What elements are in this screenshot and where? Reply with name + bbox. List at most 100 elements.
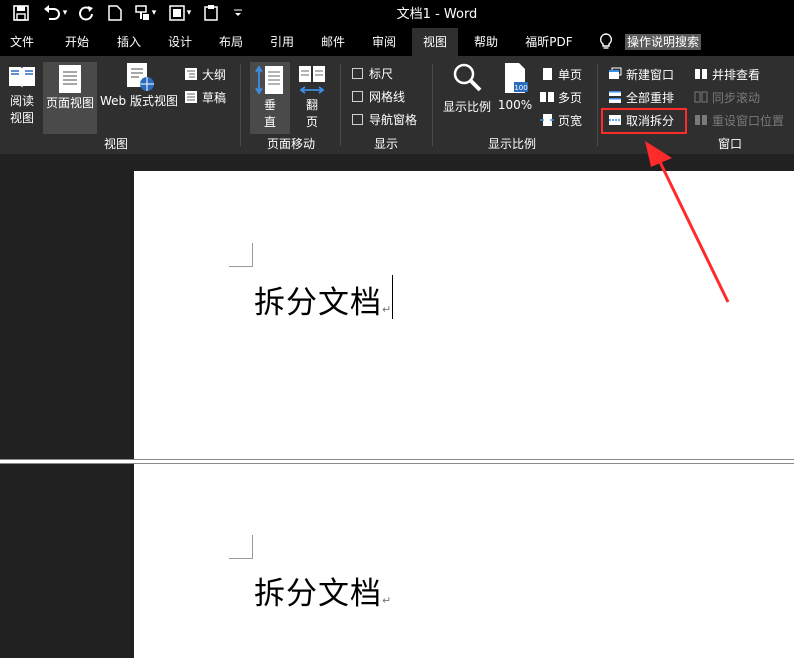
- arrange-all-button[interactable]: 全部重排: [608, 87, 674, 107]
- page-width-icon: [540, 114, 554, 126]
- tab-mailings[interactable]: 邮件: [310, 28, 356, 56]
- side-to-side-button[interactable]: 翻 页: [294, 62, 330, 134]
- ruler-checkbox-box[interactable]: [352, 67, 363, 79]
- book-icon: [9, 67, 35, 88]
- title-bar: ▾ ▾ ▾ 文档1 - Word: [0, 0, 794, 26]
- margin-corner-mark: [229, 243, 253, 267]
- print-layout-label: 页面视图: [45, 96, 94, 110]
- tab-design[interactable]: 设计: [157, 28, 203, 56]
- navigation-pane-checkbox-box[interactable]: [352, 113, 363, 125]
- page-icon: [59, 65, 81, 93]
- new-window-icon: [609, 67, 622, 79]
- ribbon: 阅读 视图 页面视图 Web 版式视图 大纲 草稿 视图 垂 直 翻 页 页面移…: [0, 56, 794, 154]
- view-side-by-side-label: 并排查看: [712, 67, 761, 82]
- tab-review[interactable]: 审阅: [361, 28, 407, 56]
- reset-window-icon: [695, 115, 707, 125]
- one-page-icon: [543, 68, 552, 80]
- document-pane-top[interactable]: 拆分文档↵: [134, 171, 794, 459]
- reset-window-position-button: 重设窗口位置: [694, 110, 784, 130]
- magnifier-icon: [453, 63, 482, 92]
- arrange-all-label: 全部重排: [626, 90, 675, 105]
- tab-foxit-pdf[interactable]: 福昕PDF: [514, 28, 584, 56]
- outline-icon: [185, 68, 197, 80]
- zoom-label: 显示比例: [442, 100, 491, 114]
- ruler-checkbox[interactable]: 标尺: [352, 64, 393, 82]
- document-text-top[interactable]: 拆分文档↵: [254, 277, 392, 322]
- outline-button[interactable]: 大纲: [184, 64, 226, 84]
- lightbulb-icon[interactable]: [598, 33, 614, 51]
- side-by-side-icon: [695, 69, 707, 79]
- group-label-views: 视图: [103, 137, 128, 151]
- multiple-pages-label: 多页: [558, 90, 583, 105]
- multiple-pages-button[interactable]: 多页: [540, 87, 582, 107]
- page-width-label: 页宽: [558, 113, 583, 128]
- zoom-100-icon: 100: [505, 63, 528, 93]
- group-separator: [240, 64, 241, 146]
- print-layout-button[interactable]: 页面视图: [43, 62, 97, 134]
- gridlines-checkbox-box[interactable]: [352, 90, 363, 102]
- vertical-label-2: 直: [263, 115, 276, 129]
- outline-label: 大纲: [202, 67, 227, 82]
- group-separator: [432, 64, 433, 146]
- sync-scroll-icon: [694, 91, 708, 103]
- reset-window-position-label: 重设窗口位置: [712, 113, 785, 128]
- draft-icon: [185, 91, 197, 103]
- group-label-show: 显示: [373, 137, 398, 151]
- tab-insert[interactable]: 插入: [106, 28, 152, 56]
- web-layout-button[interactable]: Web 版式视图: [98, 62, 180, 130]
- group-label-window: 窗口: [717, 137, 742, 151]
- page-width-button[interactable]: 页宽: [540, 110, 582, 130]
- side-to-side-label-1: 翻: [305, 98, 318, 112]
- side-to-side-icon: [299, 66, 325, 94]
- draft-label: 草稿: [202, 90, 227, 105]
- tab-home[interactable]: 开始: [54, 28, 100, 56]
- group-label-page-movement: 页面移动: [266, 137, 315, 151]
- web-layout-label: Web 版式视图: [100, 94, 178, 108]
- one-page-label: 单页: [558, 67, 583, 82]
- read-mode-label-2: 视图: [9, 111, 34, 125]
- navigation-pane-checkbox[interactable]: 导航窗格: [352, 110, 417, 128]
- multiple-pages-icon: [540, 92, 554, 102]
- synchronous-scrolling-button: 同步滚动: [694, 87, 760, 107]
- tab-references[interactable]: 引用: [259, 28, 305, 56]
- vertical-scroll-icon: [255, 65, 283, 95]
- tab-help[interactable]: 帮助: [463, 28, 509, 56]
- window-title: 文档1 - Word: [396, 7, 478, 22]
- document-text-top-content: 拆分文档: [254, 285, 382, 321]
- side-to-side-label-2: 页: [305, 115, 318, 129]
- gridlines-checkbox[interactable]: 网格线: [352, 87, 405, 105]
- remove-split-highlight-box: [601, 108, 687, 134]
- tab-file[interactable]: 文件: [0, 28, 44, 56]
- read-mode-button[interactable]: 阅读 视图: [4, 62, 40, 130]
- arrange-all-icon: [609, 91, 621, 103]
- zoom-button[interactable]: 显示比例: [440, 62, 494, 130]
- read-mode-label-1: 阅读: [9, 94, 34, 108]
- web-page-icon: [127, 63, 154, 91]
- view-side-by-side-button[interactable]: 并排查看: [694, 64, 760, 84]
- zoom-100-button[interactable]: 100 100%: [496, 62, 534, 130]
- new-window-button[interactable]: 新建窗口: [608, 64, 674, 84]
- one-page-button[interactable]: 单页: [540, 64, 582, 84]
- group-label-zoom: 显示比例: [487, 137, 536, 151]
- gridlines-label: 网格线: [369, 89, 406, 104]
- text-cursor: [392, 275, 393, 319]
- svg-text:100: 100: [514, 84, 527, 92]
- document-text-bottom[interactable]: 拆分文档↵: [254, 568, 392, 613]
- margin-corner-mark: [229, 535, 253, 559]
- new-window-label: 新建窗口: [626, 67, 675, 82]
- ruler-label: 标尺: [369, 66, 394, 81]
- tab-view[interactable]: 视图: [412, 28, 458, 56]
- tell-me-search[interactable]: 操作说明搜索: [625, 34, 702, 50]
- zoom-100-label: 100%: [497, 98, 533, 112]
- vertical-button[interactable]: 垂 直: [250, 62, 290, 134]
- tab-layout[interactable]: 布局: [208, 28, 254, 56]
- group-separator: [597, 64, 598, 146]
- document-pane-bottom[interactable]: 拆分文档↵: [134, 464, 794, 658]
- vertical-label-1: 垂: [263, 98, 276, 112]
- navigation-pane-label: 导航窗格: [369, 112, 418, 127]
- synchronous-scrolling-label: 同步滚动: [712, 90, 761, 105]
- document-text-bottom-content: 拆分文档: [254, 576, 382, 612]
- draft-button[interactable]: 草稿: [184, 87, 226, 107]
- ribbon-tabs: 文件 开始 插入 设计 布局 引用 邮件 审阅 视图 帮助 福昕PDF 操作说明…: [0, 28, 794, 56]
- paragraph-mark: ↵: [382, 303, 393, 316]
